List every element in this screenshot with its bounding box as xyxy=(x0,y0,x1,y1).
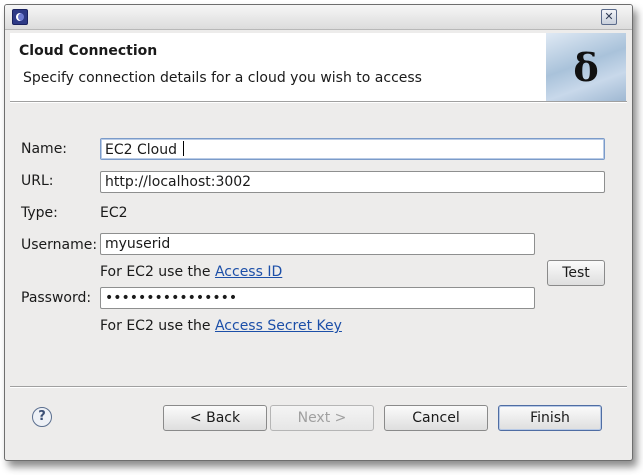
name-value: EC2 Cloud xyxy=(105,142,177,158)
password-masked-value: •••••••••••••••• xyxy=(105,290,238,306)
new-cloud-wizard-dialog: ✕ Cloud Connection Specify connection de… xyxy=(4,4,633,461)
header-divider xyxy=(10,101,627,103)
type-label: Type: xyxy=(21,205,58,221)
back-button[interactable]: < Back xyxy=(163,405,267,431)
username-label: Username: xyxy=(21,237,98,253)
username-input[interactable]: myuserid xyxy=(100,233,535,255)
password-input[interactable]: •••••••••••••••• xyxy=(100,287,535,309)
wizard-banner-image: δ xyxy=(546,33,626,101)
name-label: Name: xyxy=(21,141,68,157)
footer-divider xyxy=(10,386,627,388)
type-value: EC2 xyxy=(100,205,128,221)
page-description: Specify connection details for a cloud y… xyxy=(23,70,422,86)
password-hint: For EC2 use the Access Secret Key xyxy=(100,318,342,334)
name-input[interactable]: EC2 Cloud xyxy=(100,138,605,160)
next-button[interactable]: Next > xyxy=(270,405,374,431)
text-caret xyxy=(182,141,184,156)
page-title: Cloud Connection xyxy=(19,43,158,59)
delta-cloud-icon: δ xyxy=(573,45,599,90)
access-id-link[interactable]: Access ID xyxy=(215,264,282,280)
finish-button[interactable]: Finish xyxy=(498,405,602,431)
password-label: Password: xyxy=(21,290,92,306)
access-secret-key-link[interactable]: Access Secret Key xyxy=(215,318,342,334)
help-icon[interactable]: ? xyxy=(32,407,52,427)
username-hint-text: For EC2 use the xyxy=(100,264,211,280)
username-value: myuserid xyxy=(105,236,171,252)
url-input[interactable]: http://localhost:3002 xyxy=(100,171,605,193)
close-window-button[interactable]: ✕ xyxy=(601,9,617,25)
cancel-button[interactable]: Cancel xyxy=(384,405,488,431)
username-hint: For EC2 use the Access ID xyxy=(100,264,282,280)
url-label: URL: xyxy=(21,173,54,189)
test-button[interactable]: Test xyxy=(547,260,605,286)
title-bar: ✕ xyxy=(5,5,632,30)
password-hint-text: For EC2 use the xyxy=(100,318,211,334)
eclipse-app-icon xyxy=(12,9,28,25)
wizard-header: Cloud Connection Specify connection deta… xyxy=(10,33,626,101)
url-value: http://localhost:3002 xyxy=(105,174,252,190)
